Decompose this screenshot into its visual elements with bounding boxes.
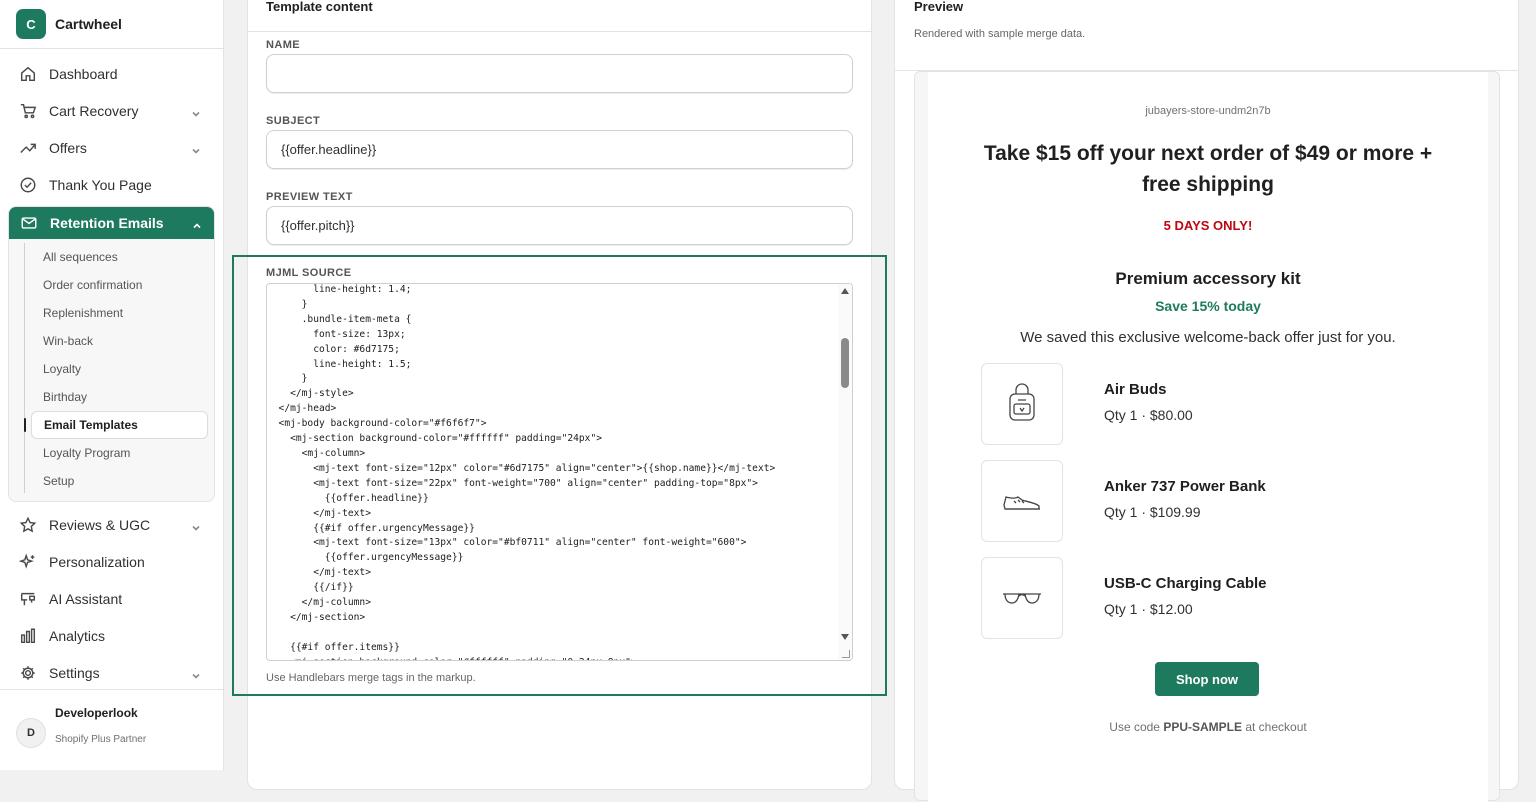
nav-item-settings[interactable]: Settings	[0, 654, 223, 691]
nav-label: Cart Recovery	[49, 102, 139, 119]
email-body: jubayers-store-undm2n7b Take $15 off you…	[928, 72, 1488, 802]
nav-item-analytics[interactable]: Analytics	[0, 617, 223, 654]
nav-item-retention-emails[interactable]: Retention Emails	[9, 207, 214, 239]
user-role: Shopify Plus Partner	[55, 734, 147, 745]
shop-name: jubayers-store-undm2n7b	[1145, 105, 1271, 117]
preview-title: Preview	[914, 0, 964, 14]
retention-submenu: All sequences Order confirmation Repleni…	[9, 239, 214, 501]
bar-chart-icon	[18, 626, 38, 646]
item-name: Anker 737 Power Bank	[1104, 478, 1266, 495]
sparkle-icon	[18, 552, 38, 572]
trending-up-icon	[18, 138, 38, 158]
item-name: USB-C Charging Cable	[1104, 575, 1267, 592]
nav-item-reviews[interactable]: Reviews & UGC	[0, 506, 223, 543]
chevron-down-icon[interactable]	[191, 106, 201, 117]
offer-pitch: We saved this exclusive welcome-back off…	[1020, 329, 1396, 346]
subject-input[interactable]: {{offer.headline}}	[266, 130, 853, 169]
nav-item-dashboard[interactable]: Dashboard	[0, 55, 223, 92]
nav-item-offers[interactable]: Offers	[0, 129, 223, 166]
sub-item-replenishment[interactable]: Replenishment	[9, 299, 214, 327]
focus-highlight	[232, 255, 887, 696]
bundle-item: USB-C Charging Cable Qty 1 · $12.00	[981, 557, 1441, 639]
sub-item-email-templates[interactable]: Email Templates	[24, 411, 208, 439]
preview-text-label: PREVIEW TEXT	[266, 191, 353, 203]
brand-name: Cartwheel	[55, 16, 122, 32]
sub-item-setup[interactable]: Setup	[9, 467, 214, 495]
check-circle-icon	[18, 175, 38, 195]
item-meta: Qty 1 · $12.00	[1104, 601, 1193, 617]
discount-code-note: Use code PPU-SAMPLE at checkout	[928, 720, 1488, 734]
user-name: Developerlook	[55, 706, 138, 720]
nav-label: Settings	[49, 664, 100, 681]
item-meta: Qty 1 · $109.99	[1104, 504, 1201, 520]
sub-item-order-confirmation[interactable]: Order confirmation	[9, 271, 214, 299]
nav-label: AI Assistant	[49, 590, 123, 607]
nav-label: Reviews & UGC	[49, 516, 151, 533]
cart-icon	[18, 101, 38, 121]
home-icon	[18, 64, 38, 84]
sidebar: C Cartwheel Dashboard Cart Recovery Offe…	[0, 0, 224, 770]
nav-label: Offers	[49, 139, 87, 156]
item-meta: Qty 1 · $80.00	[1104, 407, 1193, 423]
glasses-icon	[981, 557, 1063, 639]
main-nav: Dashboard Cart Recovery Offers Thank You…	[0, 49, 223, 691]
name-label: NAME	[266, 39, 300, 51]
code-suffix: at checkout	[1242, 720, 1307, 734]
sneaker-icon	[981, 460, 1063, 542]
chevron-down-icon[interactable]	[191, 520, 201, 531]
nav-label: Analytics	[49, 627, 106, 644]
name-input[interactable]	[266, 54, 853, 93]
nav-label: Retention Emails	[50, 215, 164, 231]
brand-logo: C	[16, 9, 46, 39]
preview-card: Preview Rendered with sample merge data.…	[894, 0, 1519, 802]
sub-item-birthday[interactable]: Birthday	[9, 383, 214, 411]
backpack-icon	[981, 363, 1063, 445]
brand-header[interactable]: C Cartwheel	[0, 0, 223, 49]
sub-item-win-back[interactable]: Win-back	[9, 327, 214, 355]
code-prefix: Use code	[1109, 720, 1164, 734]
chevron-up-icon[interactable]	[192, 218, 202, 229]
nav-item-cart-recovery[interactable]: Cart Recovery	[0, 92, 223, 129]
subject-label: SUBJECT	[266, 115, 321, 127]
divider	[248, 31, 871, 32]
sub-item-loyalty[interactable]: Loyalty	[9, 355, 214, 383]
chevron-down-icon[interactable]	[191, 668, 201, 679]
nav-label: Thank You Page	[49, 176, 152, 193]
user-profile[interactable]: D Developerlook Shopify Plus Partner	[0, 689, 223, 770]
gear-icon	[18, 663, 38, 683]
nav-item-personalization[interactable]: Personalization	[0, 543, 223, 580]
card-title: Template content	[266, 0, 373, 14]
shop-now-button[interactable]: Shop now	[1155, 662, 1259, 696]
bundle-savings: Save 15% today	[1155, 298, 1261, 314]
chevron-down-icon[interactable]	[191, 143, 201, 154]
robot-icon	[18, 589, 38, 609]
avatar: D	[16, 718, 46, 748]
discount-code: PPU-SAMPLE	[1163, 720, 1242, 734]
sub-item-loyalty-program[interactable]: Loyalty Program	[9, 439, 214, 467]
bundle-item: Anker 737 Power Bank Qty 1 · $109.99	[981, 460, 1441, 542]
preview-subtitle: Rendered with sample merge data.	[914, 28, 1086, 40]
sub-item-all-sequences[interactable]: All sequences	[9, 243, 214, 271]
retention-emails-group: Retention Emails All sequences Order con…	[8, 206, 215, 502]
star-icon	[18, 515, 38, 535]
email-preview-frame: jubayers-store-undm2n7b Take $15 off you…	[914, 71, 1500, 802]
nav-item-thank-you[interactable]: Thank You Page	[0, 166, 223, 203]
urgency-message: 5 DAYS ONLY!	[1163, 218, 1253, 233]
preview-text-input[interactable]: {{offer.pitch}}	[266, 206, 853, 245]
nav-label: Personalization	[49, 553, 145, 570]
email-headline: Take $15 off your next order of $49 or m…	[983, 142, 1433, 196]
nav-item-ai-assistant[interactable]: AI Assistant	[0, 580, 223, 617]
bundle-item: Air Buds Qty 1 · $80.00	[981, 363, 1441, 445]
nav-label: Dashboard	[49, 65, 118, 82]
item-name: Air Buds	[1104, 381, 1167, 398]
bundle-title: Premium accessory kit	[1115, 269, 1301, 288]
mail-icon	[19, 213, 39, 233]
